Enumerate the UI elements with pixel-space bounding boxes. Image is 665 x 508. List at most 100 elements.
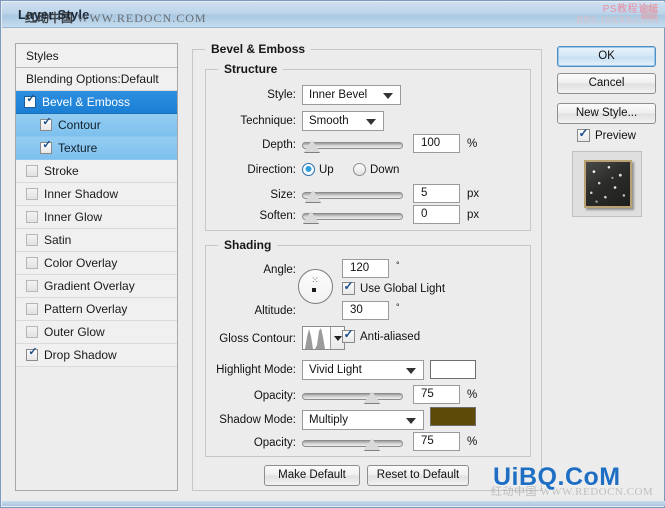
styles-header: Styles (16, 44, 177, 68)
watermark-bottom: UiBQ.CoM (493, 463, 621, 491)
shadow-opacity-track[interactable] (302, 440, 403, 447)
shadow-color-swatch[interactable] (430, 407, 476, 426)
style-combo-value: Inner Bevel (309, 89, 368, 101)
shadow-mode-combo[interactable]: Multiply (302, 410, 424, 430)
watermark-title-url: WWW.REDOCN.COM (77, 11, 207, 25)
highlight-mode-combo[interactable]: Vivid Light (302, 360, 424, 380)
soften-label: Soften: (259, 210, 296, 222)
size-slider[interactable] (302, 187, 403, 205)
highlight-opacity-label: Opacity: (253, 390, 296, 402)
technique-label: Technique: (240, 115, 296, 127)
style-list-item-outer-glow[interactable]: Outer Glow (16, 321, 177, 344)
style-list-item-label: Blending Options:Default (26, 72, 159, 86)
style-list-item-checkbox[interactable] (26, 234, 38, 246)
soften-slider[interactable] (302, 208, 403, 226)
style-list-item-checkbox[interactable] (26, 280, 38, 292)
size-label: Size: (270, 189, 296, 201)
shadow-opacity-input[interactable]: 75 (413, 432, 460, 451)
preview-label[interactable]: Preview (595, 128, 636, 144)
anti-aliased-label[interactable]: Anti-aliased (360, 329, 420, 345)
use-global-light-checkbox[interactable] (342, 279, 355, 295)
new-style-button[interactable]: New Style... (557, 103, 656, 124)
technique-combo[interactable]: Smooth (302, 111, 384, 131)
style-list-item-label: Stroke (44, 164, 79, 178)
style-list-item-inner-shadow[interactable]: Inner Shadow (16, 183, 177, 206)
style-list-item-contour[interactable]: Contour (16, 114, 177, 137)
style-list-item-satin[interactable]: Satin (16, 229, 177, 252)
style-list-item-label: Gradient Overlay (44, 279, 135, 293)
depth-slider[interactable] (302, 137, 403, 155)
ok-button[interactable]: OK (557, 46, 656, 67)
preview-checkbox[interactable] (577, 126, 590, 142)
cancel-button[interactable]: Cancel (557, 73, 656, 94)
style-list-item-checkbox[interactable] (26, 257, 38, 269)
shadow-opacity-thumb[interactable] (364, 438, 381, 450)
style-list-item-gradient-overlay[interactable]: Gradient Overlay (16, 275, 177, 298)
altitude-label: Altitude: (254, 305, 296, 317)
use-global-light-label[interactable]: Use Global Light (360, 281, 445, 297)
angle-input[interactable]: 120 (342, 259, 389, 278)
depth-input[interactable]: 100 (413, 134, 460, 153)
style-list-item-checkbox[interactable] (26, 346, 39, 361)
direction-down-label[interactable]: Down (370, 162, 399, 178)
style-list-item-label: Inner Glow (44, 210, 103, 224)
depth-slider-thumb[interactable] (303, 140, 320, 152)
size-slider-thumb[interactable] (305, 190, 322, 202)
style-list-item-inner-glow[interactable]: Inner Glow (16, 206, 177, 229)
size-input[interactable]: 5 (413, 184, 460, 203)
angle-label: Angle: (263, 264, 296, 276)
layer-style-dialog: Layer Style 红动中国 WWW.REDOCN.COM PS教程论坛 B… (0, 0, 665, 508)
highlight-opacity-unit: % (467, 389, 478, 401)
style-list-item-checkbox[interactable] (26, 188, 38, 200)
styles-panel: Styles Blending Options:Default Bevel & E… (15, 43, 178, 491)
highlight-color-swatch[interactable] (430, 360, 476, 379)
angle-dial[interactable]: ⁙ (298, 269, 333, 304)
styles-list[interactable]: Blending Options:Default Bevel & Emboss Co… (16, 68, 177, 367)
soften-slider-thumb[interactable] (302, 211, 319, 223)
style-list-item-checkbox[interactable] (40, 139, 53, 154)
style-list-item-blending-options-default[interactable]: Blending Options:Default (16, 68, 177, 91)
style-list-item-label: Inner Shadow (44, 187, 119, 201)
style-list-item-label: Pattern Overlay (44, 302, 128, 316)
shadow-opacity-slider[interactable] (302, 435, 403, 453)
structure-legend: Structure (218, 62, 284, 76)
gloss-contour-curve-icon (303, 328, 331, 349)
altitude-input[interactable]: 30 (342, 301, 389, 320)
style-list-item-checkbox[interactable] (26, 165, 38, 177)
direction-up-radio[interactable] (302, 163, 315, 176)
make-default-button[interactable]: Make Default (264, 465, 360, 486)
gloss-contour-thumbnail (303, 327, 332, 349)
direction-down-radio[interactable] (353, 163, 366, 176)
style-list-item-color-overlay[interactable]: Color Overlay (16, 252, 177, 275)
style-combo[interactable]: Inner Bevel (302, 85, 401, 105)
reset-to-default-button[interactable]: Reset to Default (367, 465, 469, 486)
style-list-item-checkbox[interactable] (26, 303, 38, 315)
style-list-item-checkbox[interactable] (40, 116, 53, 131)
shadow-mode-label: Shadow Mode: (219, 414, 296, 426)
style-list-item-drop-shadow[interactable]: Drop Shadow (16, 344, 177, 367)
style-list-item-label: Texture (58, 141, 98, 155)
style-list-item-bevel-emboss[interactable]: Bevel & Emboss (16, 91, 177, 114)
style-list-item-label: Bevel & Emboss (42, 95, 131, 109)
style-list-item-checkbox[interactable] (26, 211, 38, 223)
highlight-mode-label: Highlight Mode: (216, 364, 296, 376)
window-frame: Layer Style 红动中国 WWW.REDOCN.COM PS教程论坛 B… (0, 0, 665, 508)
direction-up-label[interactable]: Up (319, 162, 334, 178)
soften-input[interactable]: 0 (413, 205, 460, 224)
depth-label: Depth: (262, 139, 296, 151)
highlight-opacity-thumb[interactable] (364, 391, 381, 403)
style-list-item-label: Satin (44, 233, 72, 247)
gloss-contour-picker[interactable] (302, 326, 345, 350)
highlight-opacity-input[interactable]: 75 (413, 385, 460, 404)
anti-aliased-checkbox[interactable] (342, 327, 355, 343)
style-list-item-pattern-overlay[interactable]: Pattern Overlay (16, 298, 177, 321)
highlight-opacity-track[interactable] (302, 393, 403, 400)
highlight-opacity-slider[interactable] (302, 388, 403, 406)
style-list-item-checkbox[interactable] (24, 93, 37, 108)
preview-thumbnail-frame (572, 151, 642, 217)
style-list-item-texture[interactable]: Texture (16, 137, 177, 160)
style-list-item-checkbox[interactable] (26, 326, 38, 338)
style-list-item-stroke[interactable]: Stroke (16, 160, 177, 183)
preview-thumbnail (584, 160, 632, 208)
watermark-title-cjk: 红动中国 (25, 11, 74, 25)
